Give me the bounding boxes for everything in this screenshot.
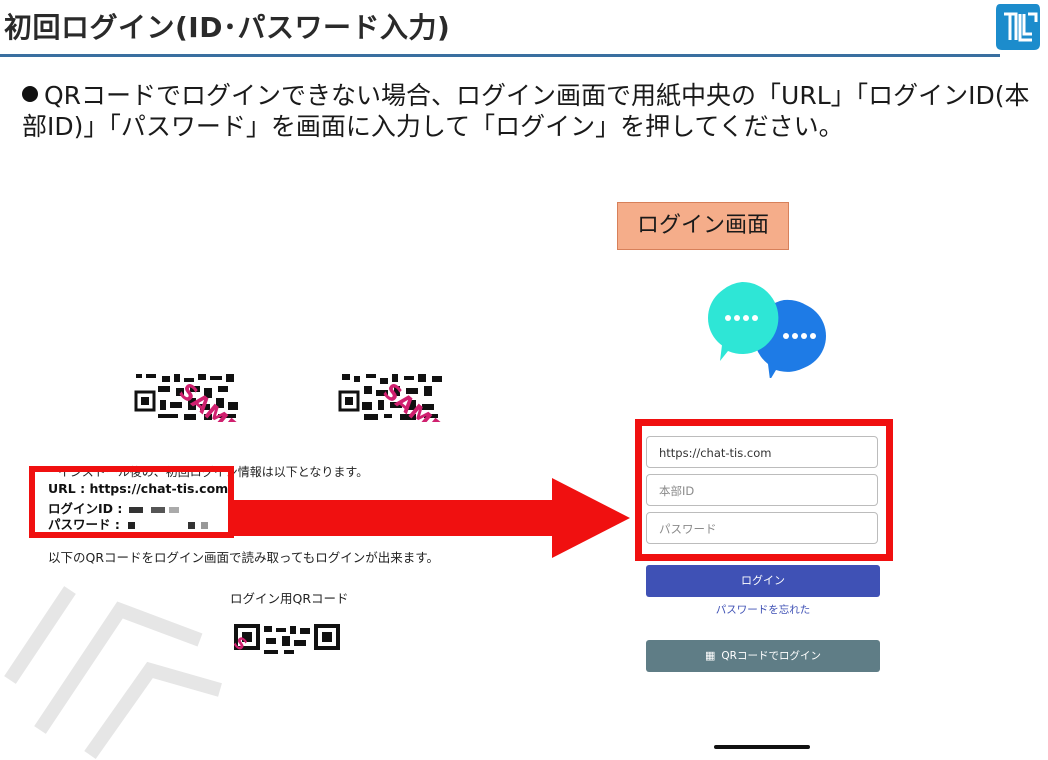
qr-code-caption: ログイン用QRコード <box>230 591 349 606</box>
qr-code-icon: ▦ <box>705 649 716 662</box>
company-logo-icon <box>996 4 1040 50</box>
home-indicator[interactable] <box>714 745 810 749</box>
qr-code-android-image: SAMPLE <box>338 372 450 422</box>
login-button[interactable]: ログイン <box>646 565 880 597</box>
login-fields-highlight <box>635 419 893 561</box>
title-divider <box>0 54 1000 57</box>
chat-bubbles-logo-icon <box>708 282 826 378</box>
login-qr-code-image: S <box>234 622 342 656</box>
page-title: 初回ログイン(ID･パスワード入力) <box>4 11 451 44</box>
forgot-password-link[interactable]: パスワードを忘れた <box>646 602 880 617</box>
login-screen-label: ログイン画面 <box>617 202 789 250</box>
arrow-right-icon <box>232 478 630 558</box>
watermark-logo-icon <box>4 586 222 760</box>
sheet-credentials-highlight <box>29 466 234 538</box>
bullet-icon <box>22 86 38 102</box>
instruction-text: QRコードでログインできない場合、ログイン画面で用紙中央の「URL」「ログインI… <box>22 81 1030 141</box>
qr-login-button[interactable]: ▦ QRコードでログイン <box>646 640 880 672</box>
qr-code-ios-image: SAMPLE <box>134 372 246 422</box>
